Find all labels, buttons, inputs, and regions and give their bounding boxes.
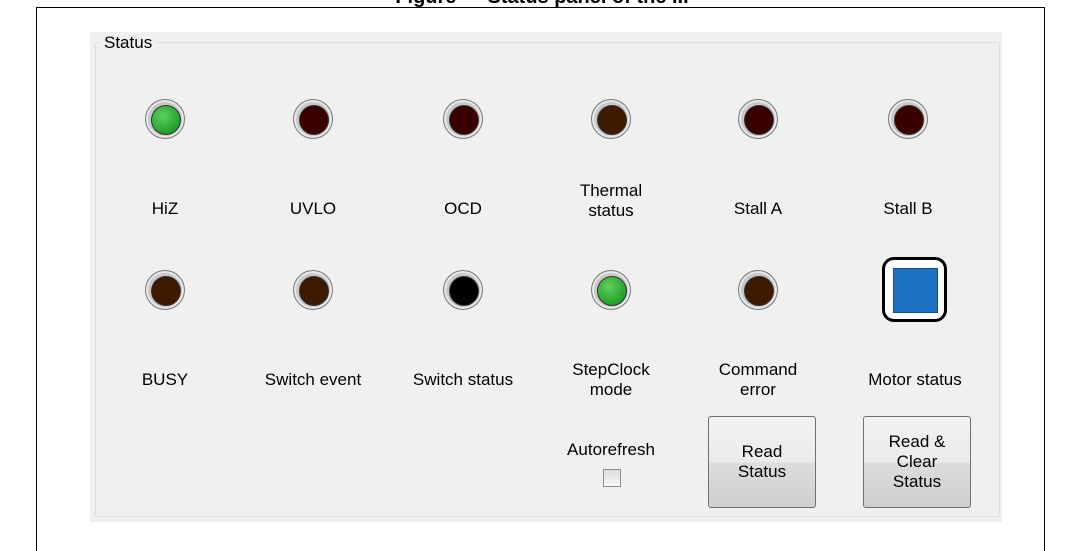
stepclock-mode-led-icon bbox=[591, 270, 631, 310]
autorefresh-checkbox[interactable] bbox=[603, 469, 621, 487]
stall-b-label: Stall B bbox=[883, 199, 933, 218]
uvlo-led-icon bbox=[293, 99, 333, 139]
stall-a-led-icon bbox=[738, 99, 778, 139]
stepclock-mode-label: StepClock mode bbox=[572, 360, 650, 399]
uvlo-label: UVLO bbox=[289, 199, 337, 218]
switch-event-led-icon bbox=[293, 270, 333, 310]
group-title: Status bbox=[100, 33, 157, 53]
busy-led-icon bbox=[145, 270, 185, 310]
stall-b-led-icon bbox=[888, 99, 928, 139]
hiz-label: HiZ bbox=[151, 199, 179, 218]
switch-status-led-icon bbox=[443, 270, 483, 310]
motor-status-label: Motor status bbox=[868, 370, 962, 389]
busy-label: BUSY bbox=[141, 370, 189, 389]
autorefresh-label: Autorefresh bbox=[567, 440, 655, 459]
command-error-led-icon bbox=[738, 270, 778, 310]
hiz-led-icon bbox=[145, 99, 185, 139]
stall-a-label: Stall A bbox=[733, 199, 783, 218]
thermal-status-label: Thermal status bbox=[579, 181, 643, 220]
ocd-led-icon bbox=[443, 99, 483, 139]
motor-status-indicator-icon bbox=[882, 257, 947, 322]
switch-event-label: Switch event bbox=[264, 370, 362, 389]
command-error-label: Command error bbox=[718, 360, 798, 399]
read-status-button[interactable]: Read Status bbox=[708, 416, 816, 508]
ocd-label: OCD bbox=[444, 199, 482, 218]
read-clear-status-button[interactable]: Read & Clear Status bbox=[863, 416, 971, 508]
thermal-status-led-icon bbox=[591, 99, 631, 139]
switch-status-label: Switch status bbox=[412, 370, 514, 389]
